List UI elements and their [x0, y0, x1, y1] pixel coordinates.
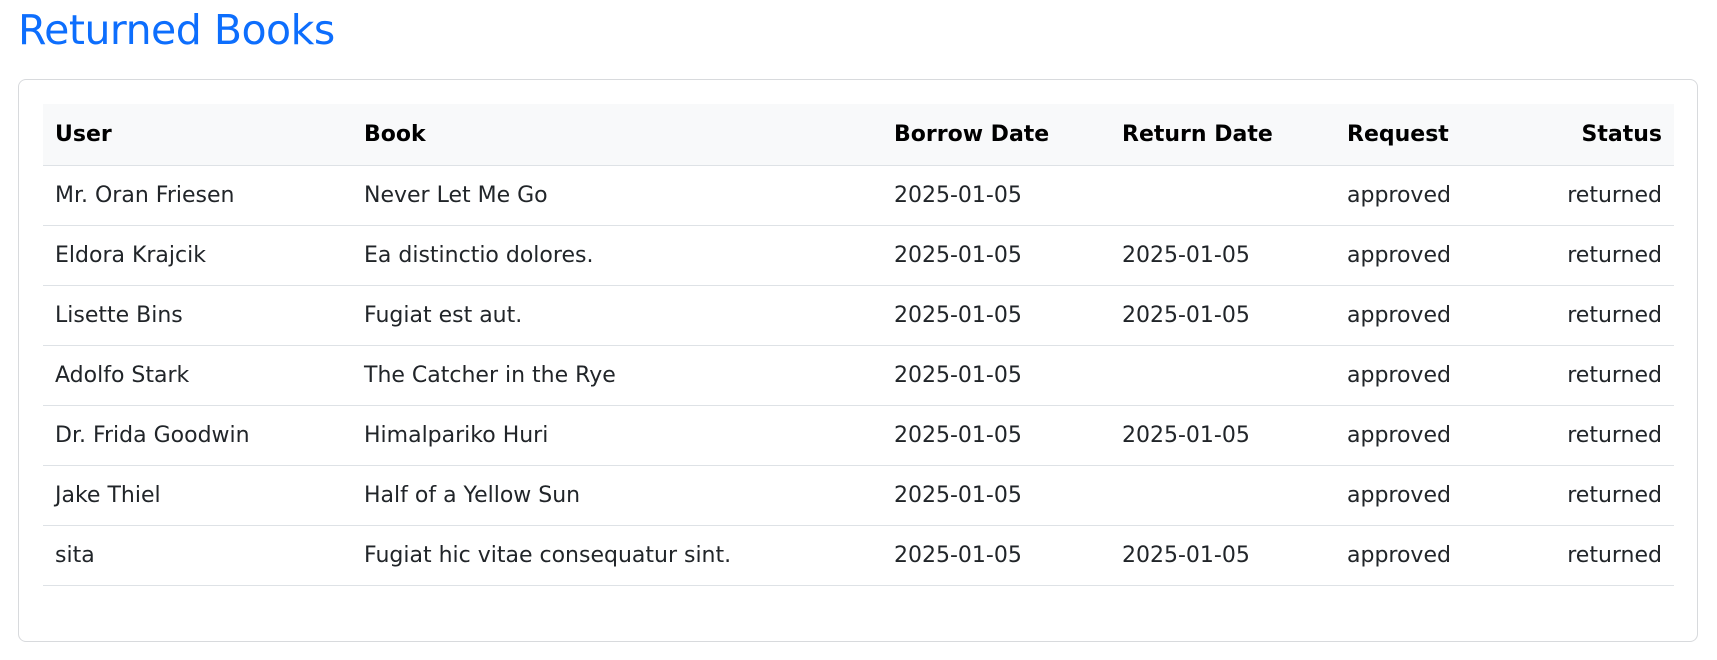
cell-request: approved	[1335, 345, 1515, 406]
column-header-return-date: Return Date	[1110, 104, 1335, 166]
cell-status: returned	[1515, 285, 1674, 346]
cell-borrow-date: 2025-01-05	[882, 465, 1110, 526]
table-header-row: User Book Borrow Date Return Date Reques…	[43, 104, 1674, 166]
returned-books-card: User Book Borrow Date Return Date Reques…	[18, 79, 1698, 642]
column-header-book: Book	[352, 104, 882, 166]
returned-books-table: User Book Borrow Date Return Date Reques…	[43, 104, 1674, 586]
table-row: Lisette Bins Fugiat est aut. 2025-01-05 …	[43, 285, 1674, 346]
table-row: Adolfo Stark The Catcher in the Rye 2025…	[43, 345, 1674, 406]
cell-return-date: 2025-01-05	[1110, 285, 1335, 346]
cell-book: Fugiat hic vitae consequatur sint.	[352, 525, 882, 586]
cell-user: Adolfo Stark	[43, 345, 352, 406]
cell-status: returned	[1515, 525, 1674, 586]
cell-book: The Catcher in the Rye	[352, 345, 882, 406]
cell-book: Himalpariko Huri	[352, 405, 882, 466]
table-row: Jake Thiel Half of a Yellow Sun 2025-01-…	[43, 465, 1674, 526]
cell-borrow-date: 2025-01-05	[882, 345, 1110, 406]
cell-request: approved	[1335, 225, 1515, 286]
cell-borrow-date: 2025-01-05	[882, 285, 1110, 346]
cell-request: approved	[1335, 525, 1515, 586]
cell-status: returned	[1515, 345, 1674, 406]
cell-return-date: 2025-01-05	[1110, 405, 1335, 466]
cell-user: Lisette Bins	[43, 285, 352, 346]
cell-return-date	[1110, 345, 1335, 406]
cell-book: Ea distinctio dolores.	[352, 225, 882, 286]
cell-status: returned	[1515, 165, 1674, 226]
cell-request: approved	[1335, 165, 1515, 226]
returned-books-page: Returned Books User Book Borrow Date Ret…	[0, 0, 1717, 660]
table-row: Mr. Oran Friesen Never Let Me Go 2025-01…	[43, 165, 1674, 226]
cell-status: returned	[1515, 225, 1674, 286]
cell-user: Jake Thiel	[43, 465, 352, 526]
table-header: User Book Borrow Date Return Date Reques…	[43, 104, 1674, 166]
cell-return-date: 2025-01-05	[1110, 225, 1335, 286]
cell-return-date: 2025-01-05	[1110, 525, 1335, 586]
cell-status: returned	[1515, 465, 1674, 526]
cell-book: Never Let Me Go	[352, 165, 882, 226]
page-title: Returned Books	[18, 6, 335, 54]
cell-request: approved	[1335, 405, 1515, 466]
column-header-status: Status	[1515, 104, 1674, 166]
column-header-request: Request	[1335, 104, 1515, 166]
cell-user: Dr. Frida Goodwin	[43, 405, 352, 466]
table-row: Dr. Frida Goodwin Himalpariko Huri 2025-…	[43, 405, 1674, 466]
table-body: Mr. Oran Friesen Never Let Me Go 2025-01…	[43, 165, 1674, 586]
cell-status: returned	[1515, 405, 1674, 466]
cell-return-date	[1110, 465, 1335, 526]
cell-request: approved	[1335, 465, 1515, 526]
table-row: sita Fugiat hic vitae consequatur sint. …	[43, 525, 1674, 586]
cell-borrow-date: 2025-01-05	[882, 405, 1110, 466]
cell-request: approved	[1335, 285, 1515, 346]
cell-user: Eldora Krajcik	[43, 225, 352, 286]
column-header-borrow-date: Borrow Date	[882, 104, 1110, 166]
cell-user: sita	[43, 525, 352, 586]
table-row: Eldora Krajcik Ea distinctio dolores. 20…	[43, 225, 1674, 286]
cell-return-date	[1110, 165, 1335, 226]
column-header-user: User	[43, 104, 352, 166]
cell-borrow-date: 2025-01-05	[882, 225, 1110, 286]
cell-user: Mr. Oran Friesen	[43, 165, 352, 226]
cell-book: Half of a Yellow Sun	[352, 465, 882, 526]
cell-book: Fugiat est aut.	[352, 285, 882, 346]
cell-borrow-date: 2025-01-05	[882, 165, 1110, 226]
cell-borrow-date: 2025-01-05	[882, 525, 1110, 586]
